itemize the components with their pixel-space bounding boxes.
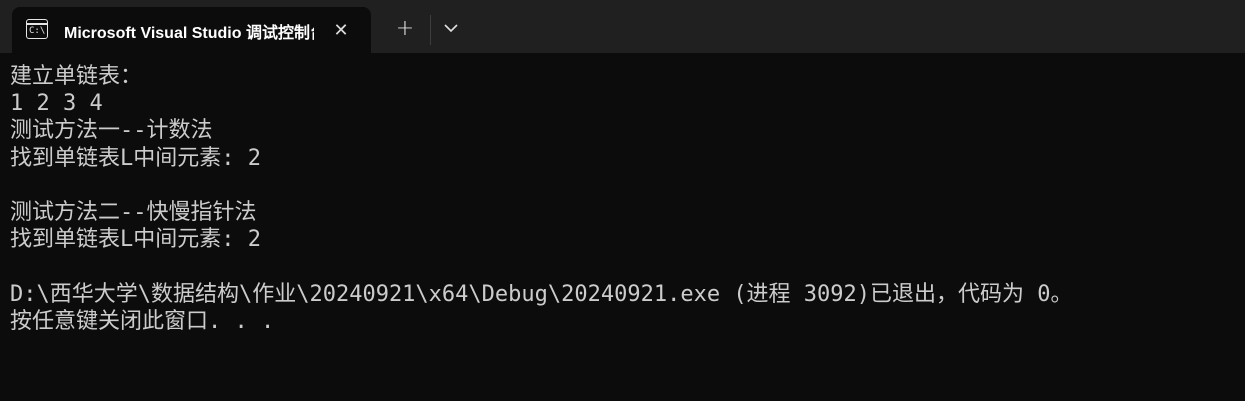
console-output[interactable]: 建立单链表： 1 2 3 4 测试方法一--计数法 找到单链表L中间元素: 2 … (0, 53, 1245, 401)
console-line: 测试方法二--快慢指针法 (10, 199, 257, 225)
tab-title: Microsoft Visual Studio 调试控制台 (64, 25, 314, 41)
plus-icon[interactable]: + (390, 14, 420, 42)
chevron-down-icon[interactable] (437, 14, 465, 42)
console-line: D:\西华大学\数据结构\作业\20240921\x64\Debug\20240… (10, 281, 1073, 307)
tab-divider (430, 15, 431, 45)
console-icon-text: C:\ (29, 26, 46, 36)
close-icon[interactable]: ✕ (328, 17, 354, 43)
console-line: 建立单链表： (10, 64, 143, 89)
console-icon: C:\ (26, 19, 48, 39)
console-line: 找到单链表L中间元素: 2 (10, 227, 261, 253)
tab-debug-console[interactable]: C:\ Microsoft Visual Studio 调试控制台 ✕ (12, 7, 371, 53)
console-line: 按任意键关闭此窗口. . . (10, 308, 275, 334)
terminal-window: C:\ Microsoft Visual Studio 调试控制台 ✕ + 建立… (0, 0, 1245, 401)
title-bar: C:\ Microsoft Visual Studio 调试控制台 ✕ + (0, 0, 1245, 53)
console-line: 找到单链表L中间元素: 2 (10, 145, 261, 171)
chevron-down-icon-svg (444, 23, 458, 32)
console-line: 1 2 3 4 (10, 91, 103, 117)
console-line: 测试方法一--计数法 (10, 118, 213, 144)
